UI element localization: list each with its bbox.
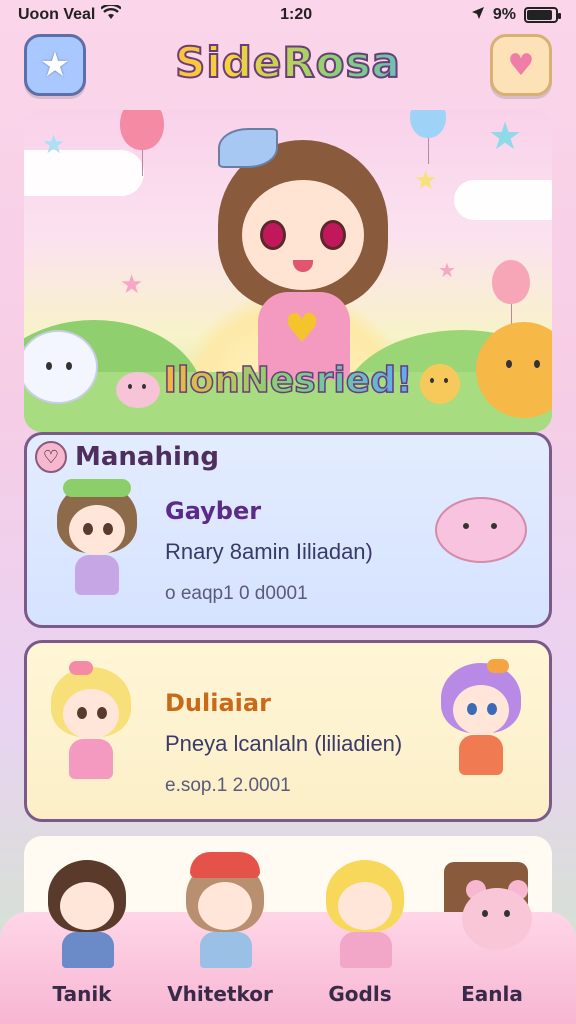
character-meta: o eaqp1 0 d0001 [165, 583, 308, 604]
tab-label: Eanla [461, 982, 523, 1006]
hero-banner[interactable]: ★ ★ ★ ★ ★ ♥ IlonNesried! [24, 110, 552, 432]
character-name: Gayber [165, 497, 262, 525]
character-name: Duliaiar [165, 689, 271, 717]
clock: 1:20 [280, 6, 313, 23]
star-decoration-icon: ★ [438, 258, 456, 282]
eanla-bear-icon [452, 860, 542, 970]
carrier-label: Uoon Veal [18, 6, 96, 23]
location-arrow-icon [471, 6, 485, 25]
tab-tanik[interactable]: Tanik [22, 860, 142, 1020]
section-header: ♡ Manahing [35, 441, 219, 473]
tab-label: Godls [328, 982, 392, 1006]
character-card[interactable]: ♡ Manahing Gayber Rnary 8amin Iiliadan) … [24, 432, 552, 628]
character-avatar [47, 479, 147, 603]
tab-vhitetkor[interactable]: Vhitetkor [160, 852, 280, 1020]
mascot-girl: ♥ [198, 120, 408, 380]
headband-icon [63, 479, 131, 497]
mascot-eye [260, 220, 286, 250]
blue-balloon-icon [410, 110, 446, 164]
character-card[interactable]: Duliaiar Pneya lcanlaln (liliadien) e.so… [24, 640, 552, 822]
character-meta: e.sop.1 2.0001 [165, 775, 291, 796]
card-text: Gayber Rnary 8amin Iiliadan) o eaqp1 0 d… [165, 497, 373, 605]
status-left: Uoon Veal [18, 3, 123, 26]
battery-percent: 9% [492, 6, 516, 23]
tab-godls[interactable]: Godls [300, 860, 420, 1020]
status-right: 9% [471, 6, 561, 25]
battery-icon [523, 7, 561, 23]
bow-icon [487, 659, 509, 673]
wifi-icon [100, 3, 123, 26]
bow-icon [69, 661, 93, 675]
cap-icon [190, 852, 260, 878]
bottom-tab-bar: Tanik Vhitetkor Godls Eanla [0, 852, 576, 1024]
heart-message-icon: ♥ [507, 47, 535, 83]
tanik-avatar [42, 860, 132, 970]
tab-label: Tanik [52, 982, 112, 1006]
battery-fill [526, 10, 553, 20]
app-header: ★ SideRosa ♥ [0, 30, 576, 110]
character-avatar [41, 661, 141, 787]
vhitetkor-avatar [180, 852, 270, 970]
tab-eanla[interactable]: Eanla [432, 860, 552, 1020]
pink-balloon-icon [120, 110, 164, 176]
character-avatar [431, 659, 531, 783]
star-decoration-icon: ★ [120, 270, 144, 300]
tab-label: Vhitetkor [167, 982, 273, 1006]
card-text: Duliaiar Pneya lcanlaln (liliadien) e.so… [165, 689, 402, 797]
heart-badge-icon: ♡ [35, 441, 67, 473]
mascot-eye [320, 220, 346, 250]
cloud-decoration [454, 180, 552, 220]
godls-avatar [320, 860, 410, 970]
star-decoration-icon: ★ [414, 166, 438, 196]
heart-icon: ♥ [284, 306, 320, 352]
pink-slime-icon [435, 497, 527, 563]
character-description: Rnary 8amin Iiliadan) [165, 539, 373, 564]
star-decoration-icon: ★ [488, 114, 523, 158]
section-title: Manahing [75, 442, 220, 472]
hero-caption: IlonNesried! [24, 359, 552, 402]
messages-button[interactable]: ♥ [490, 34, 552, 96]
bow-icon [218, 128, 278, 168]
pink-balloon-icon [492, 260, 530, 330]
character-description: Pneya lcanlaln (liliadien) [165, 731, 403, 756]
star-decoration-icon: ★ [42, 130, 66, 160]
status-bar: Uoon Veal 1:20 9% [0, 0, 576, 30]
